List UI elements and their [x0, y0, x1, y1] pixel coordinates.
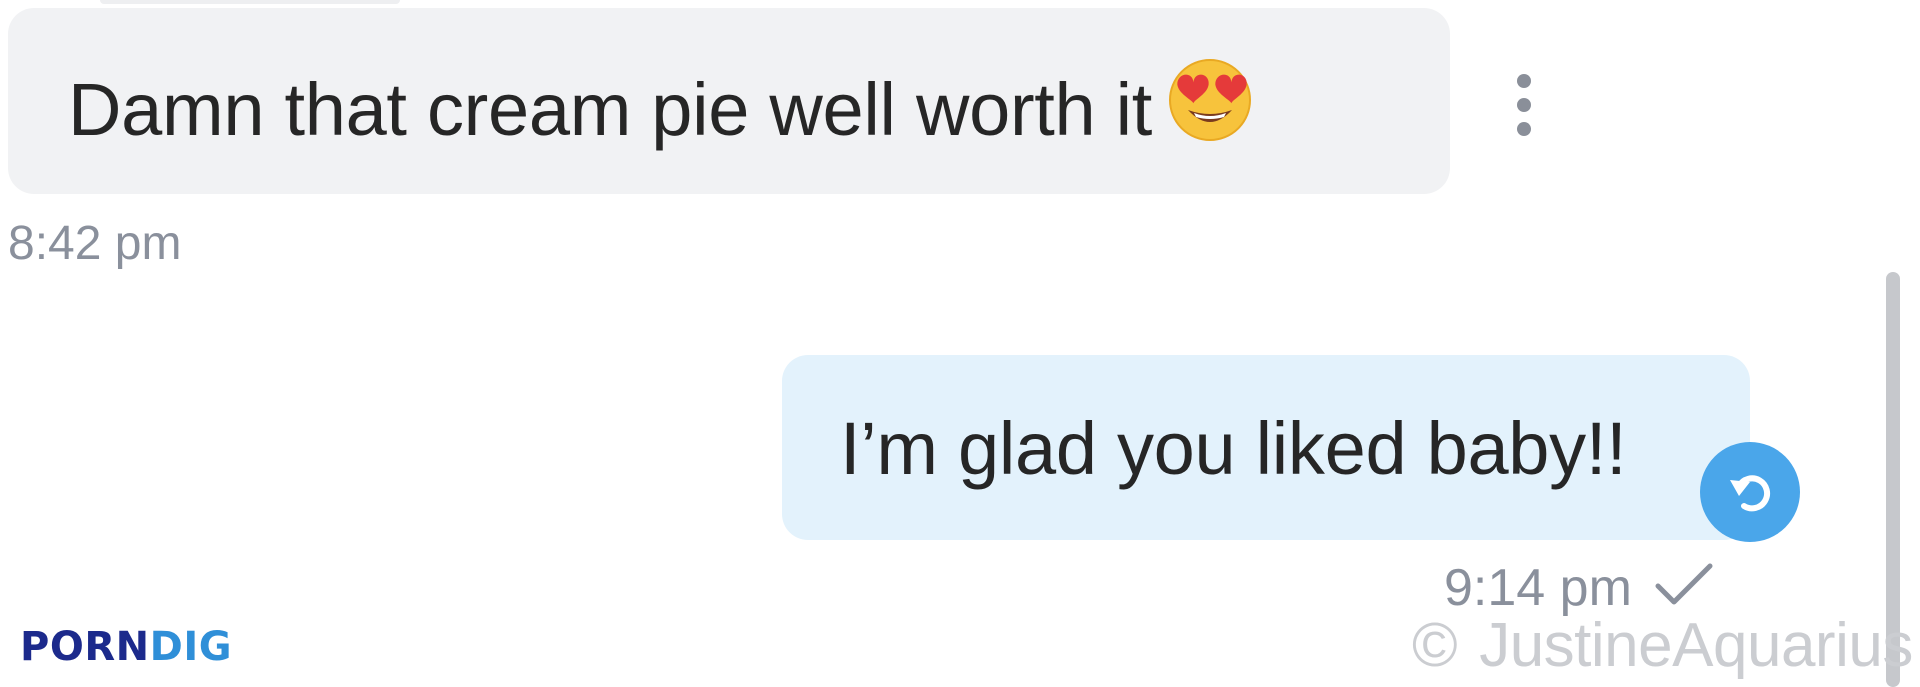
reply-button[interactable] — [1700, 442, 1800, 542]
chat-screen: Damn that cream pie well worth it 8:42 p… — [0, 0, 1920, 687]
more-options-dot — [1517, 122, 1531, 136]
incoming-message-bubble[interactable]: Damn that cream pie well worth it — [8, 8, 1450, 194]
more-options-dot — [1517, 98, 1531, 112]
previous-message-edge — [100, 0, 400, 4]
watermark-text: JustineAquarius — [1479, 611, 1913, 680]
outgoing-timestamp: 9:14 pm — [1444, 559, 1632, 617]
incoming-message: Damn that cream pie well worth it — [68, 58, 1252, 161]
logo-part-dig: DIG — [149, 624, 233, 670]
copyright-symbol: © — [1412, 611, 1458, 680]
outgoing-message-bubble[interactable]: I’m glad you liked baby!! — [782, 355, 1750, 540]
outgoing-message-text: I’m glad you liked baby!! — [840, 407, 1627, 490]
more-options-button[interactable] — [1500, 74, 1548, 136]
check-icon — [1654, 562, 1714, 613]
incoming-message-text: Damn that cream pie well worth it — [68, 68, 1153, 151]
more-options-dot — [1517, 74, 1531, 88]
incoming-timestamp: 8:42 pm — [8, 217, 182, 270]
heart-eyes-emoji — [1168, 58, 1252, 161]
logo-part-porn: PORN — [20, 624, 150, 670]
site-logo: PORNDIG — [20, 622, 232, 672]
reply-icon — [1730, 475, 1771, 512]
watermark: © JustineAquarius — [1412, 610, 1913, 682]
outgoing-meta: 9:14 pm — [1444, 558, 1714, 618]
